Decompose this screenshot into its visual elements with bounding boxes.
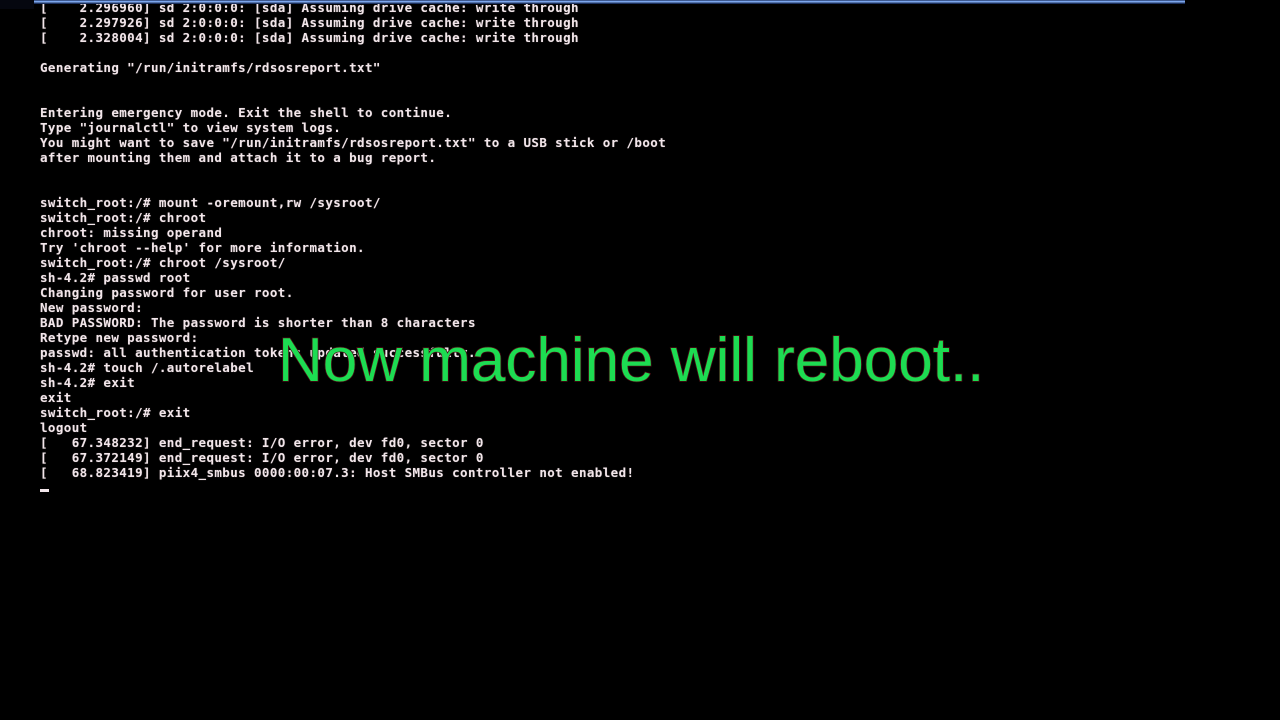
terminal-line: after mounting them and attach it to a b… <box>40 150 437 165</box>
terminal-line: You might want to save "/run/initramfs/r… <box>40 135 667 150</box>
terminal-line: switch_root:/# exit <box>40 405 191 420</box>
console-screen: [ 2.296960] sd 2:0:0:0: [sda] Assuming d… <box>0 0 1280 720</box>
terminal-line: switch_root:/# mount -oremount,rw /sysro… <box>40 195 381 210</box>
terminal-line: Type "journalctl" to view system logs. <box>40 120 342 135</box>
terminal-line: [ 67.348232] end_request: I/O error, dev… <box>40 435 484 450</box>
terminal-line: switch_root:/# chroot <box>40 210 207 225</box>
terminal-line: [ 67.372149] end_request: I/O error, dev… <box>40 450 484 465</box>
blue-scanline-artifact-gap <box>0 0 34 9</box>
terminal-line: Entering emergency mode. Exit the shell … <box>40 105 453 120</box>
terminal-line: logout <box>40 420 88 435</box>
terminal-output: [ 2.296960] sd 2:0:0:0: [sda] Assuming d… <box>40 0 1240 480</box>
terminal-line: Try 'chroot --help' for more information… <box>40 240 365 255</box>
terminal-line: sh-4.2# passwd root <box>40 270 191 285</box>
terminal-line: Changing password for user root. <box>40 285 294 300</box>
terminal-line: [ 2.328004] sd 2:0:0:0: [sda] Assuming d… <box>40 30 579 45</box>
terminal-line: chroot: missing operand <box>40 225 223 240</box>
terminal-line: [ 2.296960] sd 2:0:0:0: [sda] Assuming d… <box>40 0 579 15</box>
terminal-line: Generating "/run/initramfs/rdsosreport.t… <box>40 60 381 75</box>
terminal-line: [ 2.297926] sd 2:0:0:0: [sda] Assuming d… <box>40 15 579 30</box>
terminal-line: [ 68.823419] piix4_smbus 0000:00:07.3: H… <box>40 465 635 480</box>
terminal-line: switch_root:/# chroot /sysroot/ <box>40 255 286 270</box>
terminal-line: New password: <box>40 300 144 315</box>
overlay-caption-text: Now machine will reboot.. <box>277 325 985 396</box>
terminal-cursor <box>40 489 49 492</box>
